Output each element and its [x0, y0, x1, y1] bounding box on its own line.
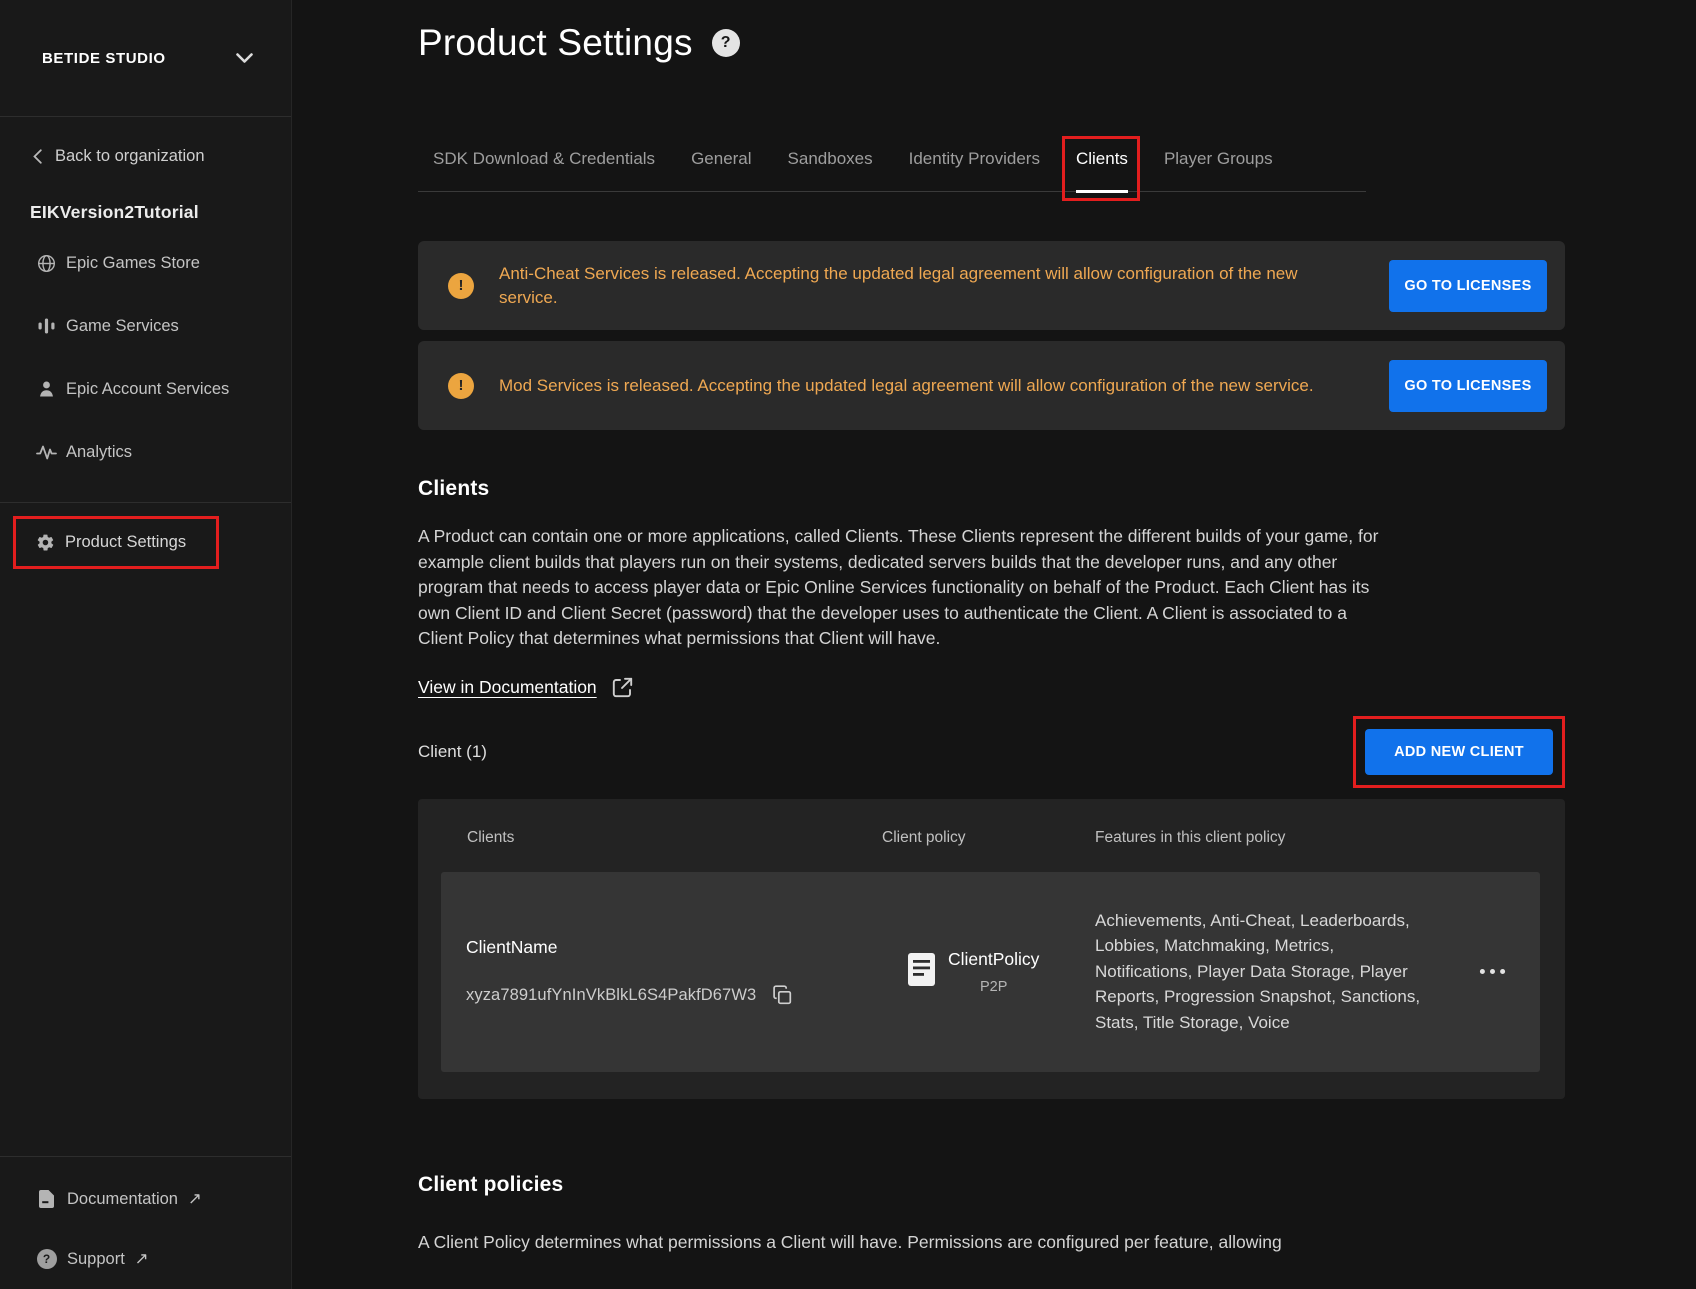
client-policy-cell: ClientPolicy P2P — [908, 949, 1095, 995]
add-client-annotation-box: ADD NEW CLIENT — [1353, 716, 1565, 788]
clients-table-header: Clients Client policy Features in this c… — [418, 799, 1565, 872]
page-help-icon[interactable]: ? — [712, 29, 740, 57]
sidebar-item-documentation[interactable]: Documentation ↗ — [0, 1169, 291, 1229]
row-actions-cell — [1430, 962, 1540, 981]
client-count-label: Client (1) — [418, 742, 487, 762]
chevron-left-icon — [33, 149, 42, 164]
client-id: xyza7891ufYnInVkBlkL6S4PakfD67W3 — [466, 986, 756, 1005]
add-new-client-button[interactable]: ADD NEW CLIENT — [1365, 729, 1553, 775]
back-to-organization-link[interactable]: Back to organization — [0, 147, 291, 166]
equalizer-icon — [36, 317, 57, 335]
more-options-icon[interactable] — [1477, 962, 1508, 981]
product-name: EIKVersion2Tutorial — [0, 202, 291, 223]
sidebar-item-epic-account-services[interactable]: Epic Account Services — [0, 376, 291, 402]
globe-icon — [36, 254, 57, 273]
pulse-icon — [36, 445, 57, 460]
go-to-licenses-button[interactable]: GO TO LICENSES — [1389, 360, 1547, 412]
clients-section-description: A Product can contain one or more applic… — [418, 524, 1380, 652]
sidebar-item-analytics[interactable]: Analytics — [0, 439, 291, 465]
client-policy-type: P2P — [948, 979, 1039, 995]
client-list-header: Client (1) ADD NEW CLIENT — [418, 716, 1565, 788]
page-header: Product Settings ? — [418, 22, 1565, 64]
client-policies-heading: Client policies — [418, 1173, 1565, 1197]
sidebar-item-label: Game Services — [66, 317, 179, 336]
sidebar-item-support[interactable]: ? Support ↗ — [0, 1229, 291, 1289]
org-switcher[interactable]: BETIDE STUDIO — [0, 0, 291, 117]
tab-general[interactable]: General — [691, 148, 751, 191]
sidebar-item-label: Epic Games Store — [66, 254, 200, 273]
tab-identity-providers[interactable]: Identity Providers — [909, 148, 1040, 191]
copy-icon[interactable] — [772, 985, 793, 1006]
view-in-documentation-link[interactable]: View in Documentation — [418, 676, 634, 699]
clients-section-heading: Clients — [418, 477, 1565, 501]
sidebar-divider — [0, 502, 291, 503]
help-circle-icon: ? — [36, 1249, 57, 1269]
gear-icon — [35, 533, 56, 552]
sidebar-item-label: Documentation — [67, 1190, 178, 1209]
policy-document-icon — [908, 953, 935, 991]
main-content: Product Settings ? SDK Download & Creden… — [292, 0, 1696, 1289]
sidebar-item-label: Product Settings — [65, 533, 186, 552]
client-name: ClientName — [466, 937, 908, 958]
sidebar-footer: Documentation ↗ ? Support ↗ — [0, 1156, 291, 1289]
sidebar-item-label: Epic Account Services — [66, 380, 229, 399]
sidebar-item-epic-games-store[interactable]: Epic Games Store — [0, 250, 291, 276]
tab-clients[interactable]: Clients — [1076, 148, 1128, 191]
sidebar-item-product-settings[interactable]: Product Settings — [13, 516, 219, 569]
tab-sandboxes[interactable]: Sandboxes — [788, 148, 873, 191]
clients-table: Clients Client policy Features in this c… — [418, 799, 1565, 1099]
alert-text: Anti-Cheat Services is released. Accepti… — [499, 262, 1314, 310]
column-header-features: Features in this client policy — [1095, 829, 1285, 847]
client-features-cell: Achievements, Anti-Cheat, Leaderboards, … — [1095, 908, 1430, 1036]
view-in-documentation-label: View in Documentation — [418, 677, 597, 698]
alert-anti-cheat: ! Anti-Cheat Services is released. Accep… — [418, 241, 1565, 330]
tab-sdk-download-credentials[interactable]: SDK Download & Credentials — [433, 148, 655, 191]
column-header-clients: Clients — [467, 829, 882, 847]
tab-bar: SDK Download & Credentials General Sandb… — [418, 148, 1366, 192]
sidebar-item-label: Support — [67, 1250, 125, 1269]
alert-text: Mod Services is released. Accepting the … — [499, 374, 1314, 398]
sidebar-item-game-services[interactable]: Game Services — [0, 313, 291, 339]
column-header-client-policy: Client policy — [882, 829, 1095, 847]
page-title: Product Settings — [418, 22, 693, 64]
document-icon — [36, 1190, 57, 1208]
warning-icon: ! — [448, 373, 474, 399]
go-to-licenses-button[interactable]: GO TO LICENSES — [1389, 260, 1547, 312]
org-name: BETIDE STUDIO — [42, 50, 166, 67]
back-to-organization-label: Back to organization — [55, 147, 205, 166]
client-policies-description: A Client Policy determines what permissi… — [418, 1230, 1565, 1255]
external-arrow-icon: ↗ — [135, 1249, 149, 1269]
external-link-icon — [611, 676, 634, 699]
sidebar-item-label: Analytics — [66, 443, 132, 462]
warning-icon: ! — [448, 273, 474, 299]
table-row: ClientName xyza7891ufYnInVkBlkL6S4PakfD6… — [441, 872, 1540, 1072]
external-arrow-icon: ↗ — [188, 1189, 202, 1209]
chevron-down-icon — [236, 53, 253, 64]
product-settings-page: BETIDE STUDIO Back to organization EIKVe… — [0, 0, 1696, 1289]
alert-mod-services: ! Mod Services is released. Accepting th… — [418, 341, 1565, 430]
client-policy-name: ClientPolicy — [948, 949, 1039, 970]
sidebar-nav: Epic Games Store Game Services Epic Acco… — [0, 250, 291, 569]
tab-player-groups[interactable]: Player Groups — [1164, 148, 1273, 191]
client-name-cell: ClientName xyza7891ufYnInVkBlkL6S4PakfD6… — [441, 937, 908, 1006]
sidebar: BETIDE STUDIO Back to organization EIKVe… — [0, 0, 292, 1289]
person-icon — [36, 380, 57, 398]
